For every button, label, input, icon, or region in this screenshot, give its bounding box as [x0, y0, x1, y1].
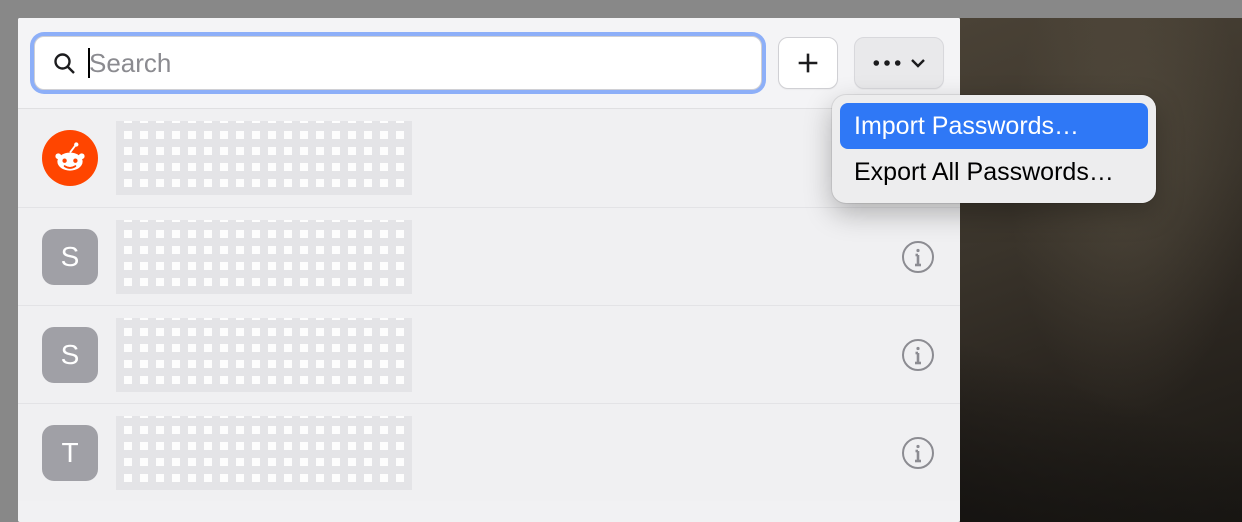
avatar-initial: S	[61, 339, 80, 371]
info-button[interactable]	[900, 435, 936, 471]
search-input[interactable]	[34, 36, 762, 90]
list-item[interactable]: S	[18, 207, 960, 305]
redacted-content	[116, 416, 412, 490]
add-button[interactable]	[778, 37, 838, 89]
avatar-initial: S	[61, 241, 80, 273]
redacted-content	[116, 318, 412, 392]
chevron-down-icon	[910, 58, 926, 68]
desktop-background	[960, 18, 1242, 522]
menu-item-label: Export All Passwords…	[854, 158, 1114, 187]
list-item[interactable]	[18, 109, 960, 207]
list-item[interactable]: S	[18, 305, 960, 403]
password-list: S S	[18, 109, 960, 501]
redacted-content	[116, 121, 412, 195]
info-icon	[900, 337, 936, 373]
search-field-wrap	[34, 36, 762, 90]
redacted-content	[116, 220, 412, 294]
text-cursor	[88, 48, 90, 78]
reddit-icon	[52, 140, 88, 176]
menu-item-export-all-passwords[interactable]: Export All Passwords…	[840, 149, 1148, 195]
menu-item-label: Import Passwords…	[854, 112, 1079, 141]
more-button[interactable]	[854, 37, 944, 89]
info-button[interactable]	[900, 337, 936, 373]
avatar-letter: S	[42, 327, 98, 383]
plus-icon	[794, 49, 822, 77]
info-icon	[900, 435, 936, 471]
info-icon	[900, 239, 936, 275]
toolbar	[18, 18, 960, 109]
avatar-initial: T	[61, 437, 78, 469]
avatar-reddit	[42, 130, 98, 186]
info-button[interactable]	[900, 239, 936, 275]
menu-item-import-passwords[interactable]: Import Passwords…	[840, 103, 1148, 149]
passwords-panel: S S	[18, 18, 960, 522]
avatar-letter: T	[42, 425, 98, 481]
more-menu-dropdown: Import Passwords… Export All Passwords…	[832, 95, 1156, 203]
list-item[interactable]: T	[18, 403, 960, 501]
more-icon	[872, 58, 902, 68]
avatar-letter: S	[42, 229, 98, 285]
